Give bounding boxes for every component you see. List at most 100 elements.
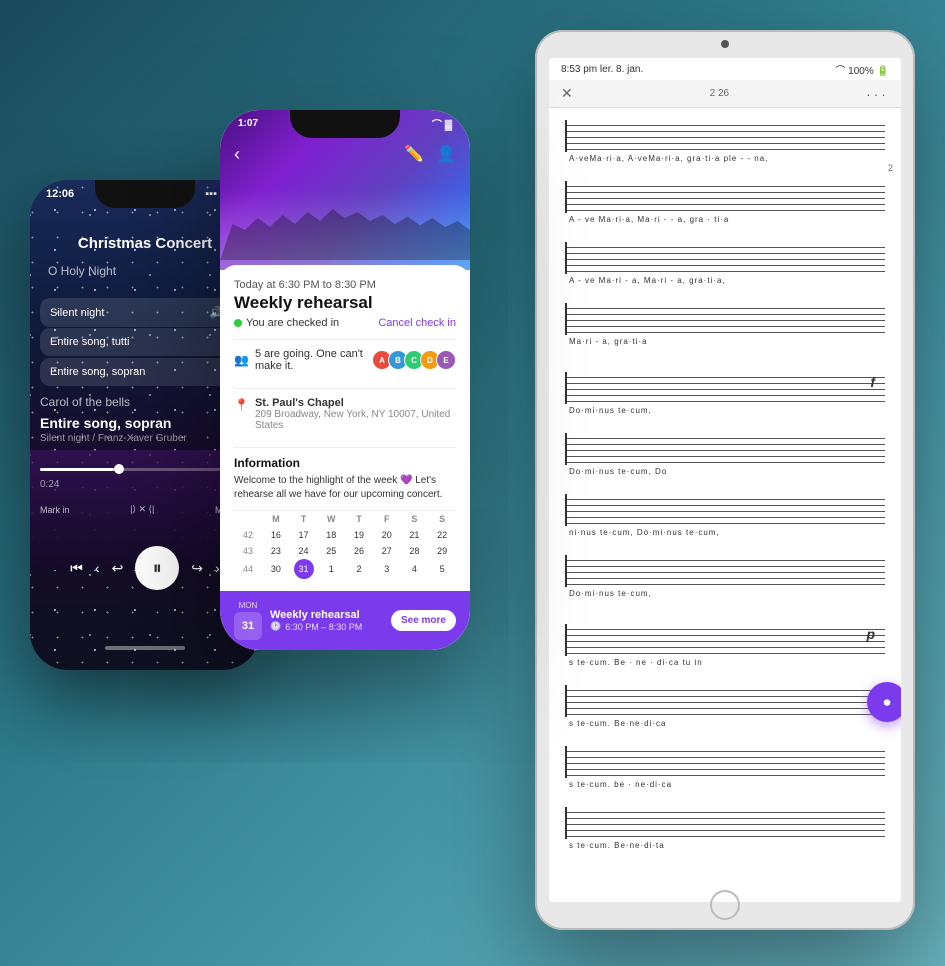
week-num-42: 42 [234, 527, 262, 543]
event-date-badge: MON 31 [234, 601, 262, 640]
song-item-1[interactable]: Silent night 🔊 ✏️ [40, 298, 250, 327]
rewind-button[interactable]: ↩ [112, 560, 124, 577]
cal-day-17[interactable]: 17 [290, 527, 318, 543]
record-button[interactable]: ⏺ [867, 682, 901, 722]
event-bar-info: Weekly rehearsal 🕐 6:30 PM – 8:30 PM [270, 609, 383, 632]
cal-day-22[interactable]: 22 [428, 527, 456, 543]
spacer-2 [565, 616, 885, 624]
cal-day-20[interactable]: 20 [373, 527, 401, 543]
ipad-toolbar-title: 2 26 [710, 88, 729, 99]
checked-in-dot [234, 319, 242, 327]
staff-lines-7 [565, 494, 885, 526]
cal-day-4[interactable]: 4 [401, 559, 429, 579]
location-name: St. Paul's Chapel [255, 397, 456, 409]
checkin-text: You are checked in [246, 317, 339, 329]
location-row: 📍 St. Paul's Chapel 209 Broadway, New Yo… [234, 388, 456, 439]
ipad-content: A·veMa·ri·a, A·veMa·ri·a, gra·ti·a ple -… [549, 108, 901, 902]
ipad-close-button[interactable]: ✕ [561, 85, 573, 102]
staff-row-8: Do·mi·nus te·cum, [565, 555, 885, 598]
song-highlight: O Holy Night [40, 260, 250, 282]
time-middle: 1:07 [238, 118, 258, 129]
cancel-checkin-button[interactable]: Cancel check in [378, 317, 456, 329]
page-number: 2 [888, 163, 893, 173]
song-name-3: Entire song, sopran [50, 366, 145, 378]
next-button[interactable]: › [215, 560, 220, 576]
cal-day-18[interactable]: 18 [317, 527, 345, 543]
staff-lines-1 [565, 120, 885, 152]
cal-header-t1: T [290, 511, 318, 527]
ipad-status-bar: 8:53 pm ler. 8. jan. ⌒ 100% 🔋 [549, 58, 901, 80]
ipad-camera [721, 40, 729, 48]
progress-thumb [114, 464, 124, 474]
progress-bar[interactable] [40, 468, 250, 471]
cal-header-t2: T [345, 511, 373, 527]
cal-day-23[interactable]: 23 [262, 543, 290, 559]
cal-day-25[interactable]: 25 [317, 543, 345, 559]
spacer-1 [565, 364, 885, 372]
mark-in-label[interactable]: Mark in [40, 505, 70, 515]
lyrics-1: A·veMa·ri·a, A·veMa·ri·a, gra·ti·a ple -… [565, 154, 885, 163]
big-song-label: Entire song, sopran [40, 415, 171, 431]
mark-bar: Mark in |⟩ ✕ ⟨| Mark out [40, 504, 250, 515]
cal-day-24[interactable]: 24 [290, 543, 318, 559]
play-pause-button[interactable]: ⏸ [135, 546, 179, 590]
choir-silhouettes [220, 200, 470, 260]
ipad-home-button[interactable] [710, 890, 740, 920]
event-bar: MON 31 Weekly rehearsal 🕐 6:30 PM – 8:30… [220, 591, 470, 650]
middle-iphone: 1:07 ⌒ ▓ ‹ ✏️ 👤 Today at 6:30 PM to 8:30… [220, 110, 470, 650]
checkin-status: You are checked in [234, 317, 339, 329]
cal-day-27[interactable]: 27 [373, 543, 401, 559]
cal-day-21[interactable]: 21 [401, 527, 429, 543]
cal-day-29[interactable]: 29 [428, 543, 456, 559]
forward-button[interactable]: ↪ [191, 560, 203, 577]
staff-row-5: f Do·mi·nus te·cum, [565, 372, 885, 415]
event-bar-time: 6:30 PM – 8:30 PM [285, 622, 362, 632]
cal-header-s1: S [401, 511, 429, 527]
dynamics-f: f [870, 374, 875, 390]
back-button[interactable]: ‹ [234, 144, 240, 165]
ipad-wifi-battery: ⌒ 100% 🔋 [835, 62, 889, 77]
cal-day-26[interactable]: 26 [345, 543, 373, 559]
staff-row-4: Ma·ri - a, gra·ti·a [565, 303, 885, 346]
staff-lines-8 [565, 555, 885, 587]
prev-button[interactable]: ‹ [95, 560, 100, 576]
time-left: 12:06 [46, 188, 74, 200]
dynamics-p: p [866, 626, 875, 642]
cal-header-m: M [262, 511, 290, 527]
staff-row-11: s te·cum. be · ne·di·ca [565, 746, 885, 789]
mark-separator: |⟩ ✕ ⟨| [130, 504, 154, 515]
person-icon[interactable]: 👤 [436, 144, 456, 164]
cal-day-28[interactable]: 28 [401, 543, 429, 559]
ipad-device: 8:53 pm ler. 8. jan. ⌒ 100% 🔋 ✕ 2 26 ···… [535, 30, 915, 930]
info-label: Information [234, 447, 456, 470]
staff-row-3: A - ve Ma·ri - a, Ma·ri - a, gra·ti·a, [565, 242, 885, 285]
cal-header-f: F [373, 511, 401, 527]
cal-day-3[interactable]: 3 [373, 559, 401, 579]
lyrics-12: s te·cum. Be·ne·di·ta [565, 841, 885, 850]
cal-day-5[interactable]: 5 [428, 559, 456, 579]
staff-row-12: s te·cum. Be·ne·di·ta [565, 807, 885, 850]
skip-start-button[interactable]: ⏮ [70, 560, 83, 577]
staff-row-9: p s te·cum. Be · ne · di·ca tu in [565, 624, 885, 667]
calendar-grid: M T W T F S S 42 16 17 18 19 20 21 22 [234, 511, 456, 579]
cal-day-30[interactable]: 30 [262, 559, 290, 579]
ipad-toolbar: ✕ 2 26 ··· [549, 80, 901, 108]
song-item-2[interactable]: Entire song, tutti [40, 328, 250, 356]
calendar: M T W T F S S 42 16 17 18 19 20 21 22 [234, 510, 456, 579]
edit-icon[interactable]: ✏️ [404, 144, 424, 164]
day-label: MON [234, 601, 262, 610]
cal-day-16[interactable]: 16 [262, 527, 290, 543]
carol-label: Carol of the bells [40, 395, 130, 409]
cal-day-19[interactable]: 19 [345, 527, 373, 543]
status-bar-left: 12:06 ▪▪▪ ⌒ ▓ [46, 186, 244, 202]
cal-day-1[interactable]: 1 [317, 559, 345, 579]
see-more-button[interactable]: See more [391, 610, 456, 631]
staff-lines-4 [565, 303, 885, 335]
ipad-toolbar-dots[interactable]: ··· [866, 86, 889, 102]
wifi-icon-mid: ⌒ [432, 120, 442, 131]
cal-day-2[interactable]: 2 [345, 559, 373, 579]
ipad-time: 8:53 pm ler. 8. jan. [561, 64, 643, 75]
middle-screen: ‹ ✏️ 👤 Today at 6:30 PM to 8:30 PM Weekl… [220, 110, 470, 650]
cal-day-31-today[interactable]: 31 [294, 559, 314, 579]
song-item-3[interactable]: Entire song, sopran [40, 358, 250, 386]
